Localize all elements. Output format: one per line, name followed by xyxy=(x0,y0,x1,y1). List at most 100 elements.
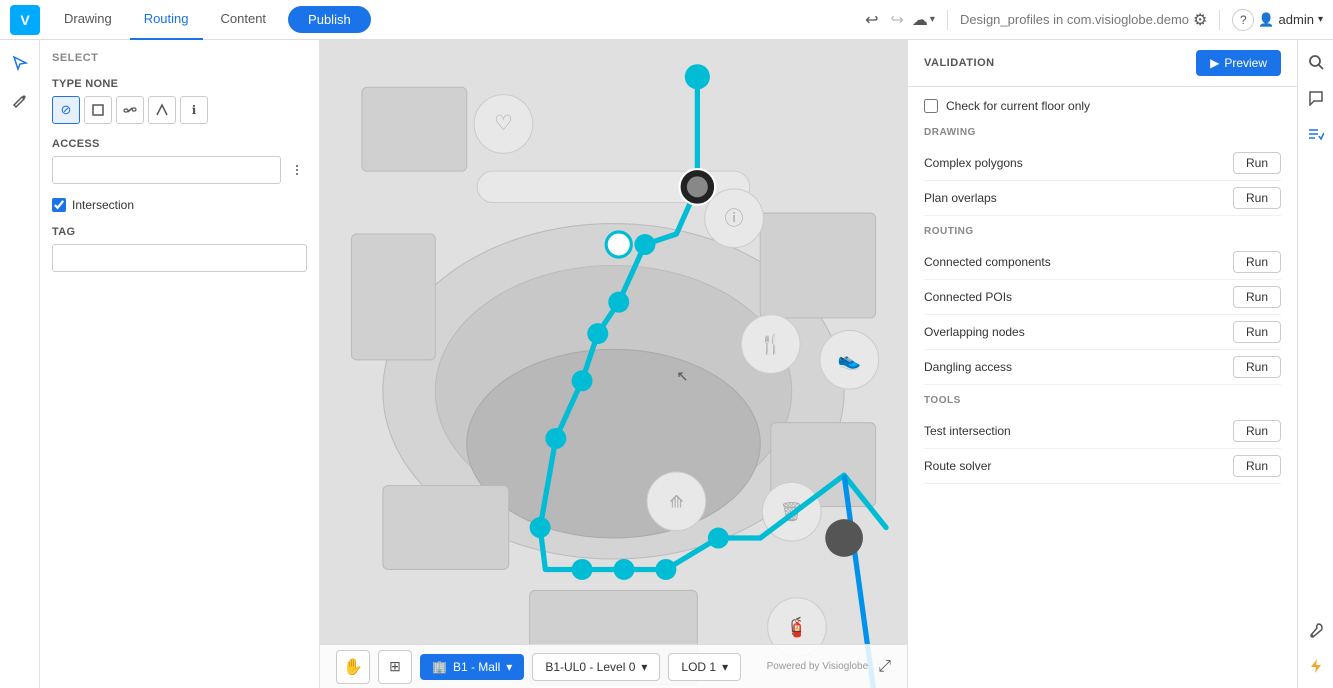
plan-overlaps-item: Plan overlaps Run xyxy=(924,181,1281,216)
tab-content[interactable]: Content xyxy=(207,0,281,40)
validation-title: VALIDATION xyxy=(924,57,995,69)
user-menu[interactable]: 👤 admin ▾ xyxy=(1258,12,1323,28)
far-right-toolbar xyxy=(1297,40,1333,688)
level-dropdown-icon: ▾ xyxy=(641,660,647,674)
map-svg: ♡ ⓘ 🍴 ⟰ 🗑 🧯 👟 xyxy=(320,40,907,688)
complex-polygons-label: Complex polygons xyxy=(924,156,1023,170)
connected-pois-label: Connected POIs xyxy=(924,290,1012,304)
type-link-btn[interactable] xyxy=(116,96,144,124)
connected-components-item: Connected components Run xyxy=(924,245,1281,280)
hand-tool-button[interactable]: ✋ xyxy=(336,650,370,684)
route-solver-run-btn[interactable]: Run xyxy=(1233,455,1281,477)
left-sidebar: SELECT TYPE NONE ⊘ ℹ ACCESS xyxy=(40,40,320,688)
drawing-section: DRAWING Complex polygons Run Plan overla… xyxy=(924,127,1281,216)
lod-dropdown-icon: ▾ xyxy=(722,660,728,674)
tools-section-title: TOOLS xyxy=(924,395,1281,406)
type-path-btn[interactable] xyxy=(148,96,176,124)
type-none-btn[interactable]: ⊘ xyxy=(52,96,80,124)
logo: V xyxy=(10,5,40,35)
comment-icon[interactable] xyxy=(1302,84,1330,112)
route-solver-item: Route solver Run xyxy=(924,449,1281,484)
svg-text:🍴: 🍴 xyxy=(759,332,782,355)
lod-selector[interactable]: LOD 1 ▾ xyxy=(668,653,741,681)
type-buttons: ⊘ ℹ xyxy=(52,96,307,124)
access-row: Public Private Restricted xyxy=(52,156,307,184)
user-dropdown-icon: ▾ xyxy=(1318,14,1323,25)
plan-overlaps-run-btn[interactable]: Run xyxy=(1233,187,1281,209)
bolt-icon[interactable] xyxy=(1302,652,1330,680)
routing-section: ROUTING Connected components Run Connect… xyxy=(924,226,1281,385)
undo-button[interactable]: ↩ xyxy=(861,6,882,34)
validation-header: VALIDATION ▶ Preview xyxy=(908,40,1297,87)
svg-text:👟: 👟 xyxy=(838,349,861,371)
map-bottom-bar: ✋ ⊞ 🏢 B1 - Mall ▾ B1-UL0 - Level 0 ▾ LOD… xyxy=(320,644,907,688)
pencil-icon[interactable] xyxy=(5,86,35,116)
bottom-right-controls: Powered by Visioglobe ⤢ xyxy=(767,658,891,676)
preview-button[interactable]: ▶ Preview xyxy=(1196,50,1281,76)
svg-text:⟰: ⟰ xyxy=(669,493,683,512)
project-title: Design_profiles in com.visioglobe.demo xyxy=(960,12,1189,27)
topbar: V Drawing Routing Content Publish ↩ ↪ ☁ … xyxy=(0,0,1333,40)
wrench-icon[interactable] xyxy=(1302,616,1330,644)
validation-panel: VALIDATION ▶ Preview Check for current f… xyxy=(907,40,1297,688)
svg-text:🧯: 🧯 xyxy=(785,615,808,638)
building-selector[interactable]: 🏢 B1 - Mall ▾ xyxy=(420,654,524,680)
tag-label: TAG xyxy=(52,226,307,238)
powered-by-label: Powered by Visioglobe xyxy=(767,661,869,672)
test-intersection-item: Test intersection Run xyxy=(924,414,1281,449)
intersection-row: Intersection xyxy=(52,198,307,212)
level-selector[interactable]: B1-UL0 - Level 0 ▾ xyxy=(532,653,660,681)
intersection-label[interactable]: Intersection xyxy=(72,198,134,212)
svg-text:♡: ♡ xyxy=(494,112,513,135)
type-square-btn[interactable] xyxy=(84,96,112,124)
tag-input[interactable] xyxy=(52,244,307,272)
help-icon[interactable]: ? xyxy=(1232,9,1254,31)
divider xyxy=(947,10,948,30)
map-area[interactable]: ♡ ⓘ 🍴 ⟰ 🗑 🧯 👟 xyxy=(320,40,907,688)
access-select[interactable]: Public Private Restricted xyxy=(52,156,281,184)
bottom-left-controls: ✋ ⊞ 🏢 B1 - Mall ▾ B1-UL0 - Level 0 ▾ LOD… xyxy=(336,650,741,684)
route-solver-label: Route solver xyxy=(924,459,991,473)
connected-pois-item: Connected POIs Run xyxy=(924,280,1281,315)
list-check-icon[interactable] xyxy=(1302,120,1330,148)
dangling-access-label: Dangling access xyxy=(924,360,1012,374)
validation-body: Check for current floor only DRAWING Com… xyxy=(908,87,1297,688)
intersection-checkbox[interactable] xyxy=(52,198,66,212)
redo-button[interactable]: ↪ xyxy=(887,6,908,34)
access-label: ACCESS xyxy=(52,138,307,150)
select-label: SELECT xyxy=(52,52,307,64)
floor-check-label[interactable]: Check for current floor only xyxy=(946,99,1090,113)
type-info-btn[interactable]: ℹ xyxy=(180,96,208,124)
divider2 xyxy=(1219,10,1220,30)
user-name: admin xyxy=(1279,12,1314,27)
connected-pois-run-btn[interactable]: Run xyxy=(1233,286,1281,308)
plan-overlaps-label: Plan overlaps xyxy=(924,191,997,205)
building-label: B1 - Mall xyxy=(453,660,500,674)
floor-check-checkbox[interactable] xyxy=(924,99,938,113)
access-menu-btn[interactable] xyxy=(287,160,307,180)
expand-icon[interactable]: ⤢ xyxy=(878,658,891,676)
dangling-access-item: Dangling access Run xyxy=(924,350,1281,385)
connected-components-label: Connected components xyxy=(924,255,1051,269)
tab-routing[interactable]: Routing xyxy=(130,0,203,40)
search-icon[interactable] xyxy=(1302,48,1330,76)
svg-text:ⓘ: ⓘ xyxy=(725,208,744,229)
table-button[interactable]: ⊞ xyxy=(378,650,412,684)
drawing-section-title: DRAWING xyxy=(924,127,1281,138)
floor-check-row: Check for current floor only xyxy=(924,99,1281,113)
overlapping-nodes-run-btn[interactable]: Run xyxy=(1233,321,1281,343)
dangling-access-run-btn[interactable]: Run xyxy=(1233,356,1281,378)
complex-polygons-run-btn[interactable]: Run xyxy=(1233,152,1281,174)
tab-drawing[interactable]: Drawing xyxy=(50,0,126,40)
tools-section: TOOLS Test intersection Run Route solver… xyxy=(924,395,1281,484)
svg-text:↖: ↖ xyxy=(676,369,688,385)
settings-icon[interactable]: ⚙ xyxy=(1193,10,1207,30)
main-layout: SELECT TYPE NONE ⊘ ℹ ACCESS xyxy=(0,40,1333,688)
cloud-button[interactable]: ☁ ▾ xyxy=(912,10,935,30)
test-intersection-run-btn[interactable]: Run xyxy=(1233,420,1281,442)
publish-button[interactable]: Publish xyxy=(288,6,371,33)
routing-section-title: ROUTING xyxy=(924,226,1281,237)
navigate-icon[interactable] xyxy=(5,48,35,78)
connected-components-run-btn[interactable]: Run xyxy=(1233,251,1281,273)
preview-play-icon: ▶ xyxy=(1210,56,1219,70)
